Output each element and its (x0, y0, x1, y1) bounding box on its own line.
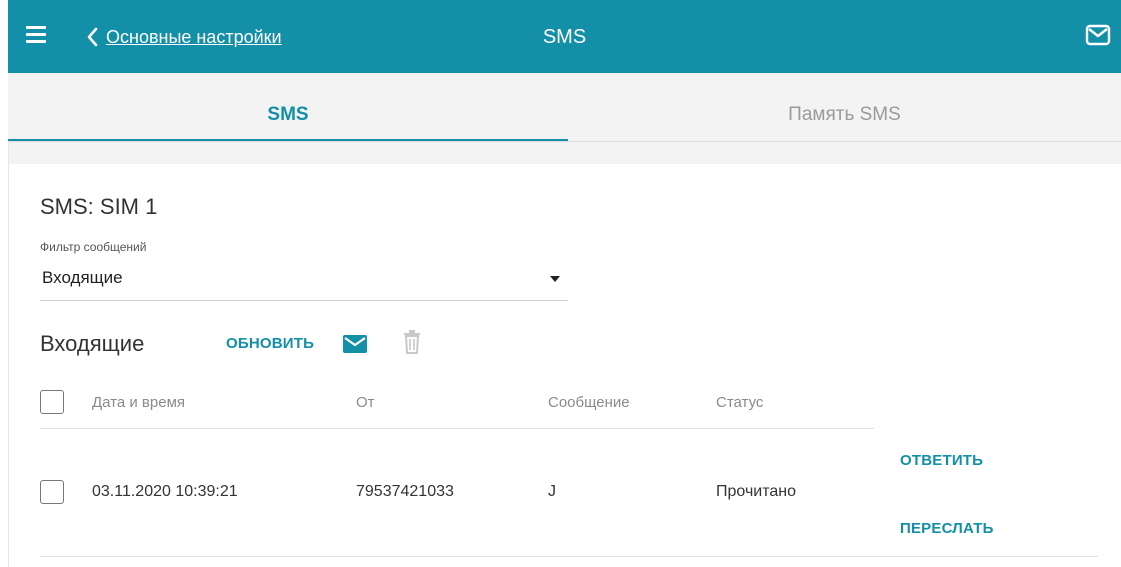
table-header: Дата и время От Сообщение Статус (40, 380, 874, 429)
page-title: SMS (542, 26, 587, 48)
tab-sms-memory[interactable]: Память SMS (568, 73, 1121, 141)
envelope-icon[interactable] (342, 334, 368, 359)
refresh-button[interactable]: ОБНОВИТЬ (226, 335, 314, 352)
select-all-checkbox[interactable] (40, 390, 64, 414)
row-message: J (548, 483, 556, 500)
content-border (8, 141, 9, 567)
page: Основные настройки SMS SMS Память SMS SM… (8, 0, 1121, 567)
caret-down-icon (550, 276, 560, 282)
section-title: SMS: SIM 1 (40, 194, 158, 219)
top-bar: Основные настройки SMS (8, 0, 1121, 73)
column-header-message: Сообщение (548, 394, 630, 411)
column-header-date: Дата и время (92, 394, 186, 411)
message-filter-select[interactable]: Входящие (40, 262, 568, 301)
filter-label: Фильтр сообщений (40, 240, 147, 254)
column-header-from: От (356, 394, 375, 411)
table-row: 03.11.2020 10:39:21 79537421033 J Прочит… (40, 428, 1098, 557)
section-divider (8, 142, 1121, 164)
filter-value: Входящие (42, 268, 123, 287)
list-header: Входящие ОБНОВИТЬ (40, 328, 740, 358)
envelope-icon[interactable] (1085, 24, 1111, 51)
tab-bar: SMS Память SMS (8, 73, 1121, 142)
list-title: Входящие (40, 331, 145, 356)
row-date: 03.11.2020 10:39:21 (92, 483, 238, 500)
row-status: Прочитано (716, 483, 796, 500)
trash-icon[interactable] (402, 329, 422, 360)
row-checkbox[interactable] (40, 480, 64, 504)
reply-button[interactable]: ОТВЕТИТЬ (900, 452, 983, 469)
forward-button[interactable]: ПЕРЕСЛАТЬ (900, 520, 994, 537)
tab-sms[interactable]: SMS (8, 73, 568, 141)
column-header-status: Статус (716, 394, 764, 411)
row-from: 79537421033 (356, 483, 454, 500)
